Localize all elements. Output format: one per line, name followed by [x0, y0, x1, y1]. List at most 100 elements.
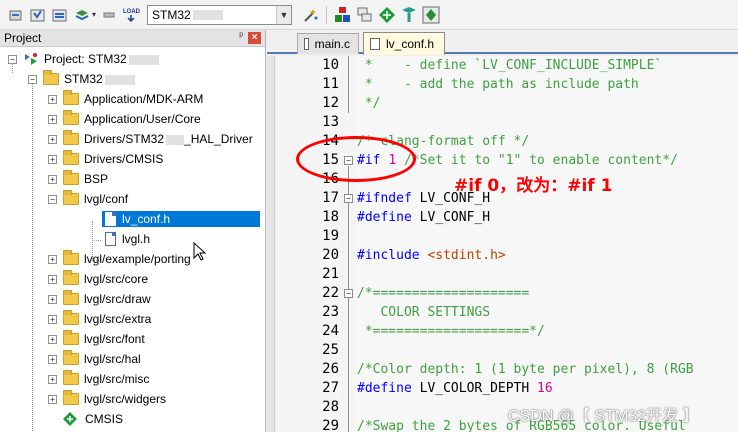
fold-margin: − − − — [343, 56, 355, 432]
tree-item-group[interactable]: − lvgl/conf — [0, 189, 265, 209]
breakpoint-gutter[interactable] — [267, 56, 275, 432]
tree-item-group[interactable]: + Application/User/Core — [0, 109, 265, 129]
highlight-ellipse — [296, 136, 416, 182]
tree-item-group[interactable]: + BSP — [0, 169, 265, 189]
build-icon[interactable] — [28, 5, 47, 24]
rebuild-icon[interactable] — [50, 5, 69, 24]
mouse-cursor-icon — [193, 242, 207, 261]
tree-item-group[interactable]: + Drivers/STM32 _HAL_Driver — [0, 129, 265, 149]
target-options-icon[interactable] — [301, 5, 320, 24]
group-label: Application/User/Core — [84, 112, 201, 126]
toolbar: ▾ LOAD STM32 ▼ — [0, 0, 738, 30]
expand-icon[interactable]: + — [48, 394, 57, 404]
expand-icon[interactable]: + — [48, 294, 57, 304]
expand-icon[interactable]: + — [48, 374, 57, 384]
group-label: Drivers/STM32 _HAL_Driver — [84, 132, 253, 146]
project-panel-header: Project ᵖ × — [0, 30, 265, 47]
expand-icon[interactable]: + — [48, 174, 57, 184]
line-number: 27 — [322, 380, 339, 396]
line-number: 26 — [322, 361, 339, 377]
group-label: Application/MDK-ARM — [84, 92, 204, 106]
line-number: 25 — [322, 342, 339, 358]
manage-components-icon[interactable] — [333, 5, 352, 24]
uvision-window: ▾ LOAD STM32 ▼ Project ᵖ × − Project: ST… — [0, 0, 738, 432]
collapse-icon[interactable]: − — [8, 54, 17, 64]
open-folder-icon — [63, 190, 79, 205]
tree-item-group[interactable]: + lvgl/src/font — [0, 329, 265, 349]
group-label: CMSIS — [85, 412, 124, 426]
code-line-include: #include <stdint.h> — [357, 248, 506, 263]
close-icon[interactable]: × — [248, 32, 261, 44]
group-label: lvgl/src/font — [84, 332, 145, 346]
expand-icon[interactable]: + — [48, 114, 57, 124]
tree-item-target[interactable]: − STM32 — [0, 69, 265, 89]
header-file-icon — [370, 38, 380, 50]
line-number: 17 — [322, 190, 339, 206]
code-line: */ — [357, 96, 381, 111]
tree-item-file[interactable]: lvgl.h — [0, 229, 265, 249]
tree-item-group[interactable]: + lvgl/src/widgers — [0, 389, 265, 409]
group-label: lvgl/src/draw — [84, 292, 151, 306]
chevron-down-icon[interactable]: ▾ — [92, 10, 96, 19]
expand-icon[interactable]: + — [48, 314, 57, 324]
group-label: lvgl/src/extra — [84, 312, 152, 326]
tree-item-group[interactable]: + lvgl/src/draw — [0, 289, 265, 309]
tree-item-group[interactable]: + Drivers/CMSIS — [0, 149, 265, 169]
collapse-icon[interactable]: − — [48, 194, 57, 204]
tree-item-group[interactable]: + lvgl/example/porting — [0, 249, 265, 269]
tree-item-group[interactable]: + Application/MDK-ARM — [0, 89, 265, 109]
expand-icon[interactable]: + — [48, 254, 57, 264]
tree-item-group[interactable]: + lvgl/src/hal — [0, 349, 265, 369]
tree-item-file[interactable]: lv_conf.h — [0, 209, 265, 229]
fold-line — [348, 56, 349, 113]
group-label: Drivers/CMSIS — [84, 152, 164, 166]
load-icon[interactable]: LOAD — [121, 5, 140, 24]
stop-build-icon[interactable] — [99, 5, 118, 24]
expand-icon[interactable]: + — [48, 94, 57, 104]
batch-build-icon[interactable] — [72, 5, 91, 24]
code-line: /*Color depth: 1 (1 byte per pixel), 8 (… — [357, 362, 694, 377]
pin-icon[interactable]: ᵖ — [239, 31, 243, 42]
tab-main-c[interactable]: main.c — [297, 33, 359, 54]
file-label: lvgl.h — [122, 232, 151, 246]
chevron-down-icon[interactable]: ▼ — [276, 5, 292, 24]
file-extensions-icon[interactable] — [355, 5, 374, 24]
file-label-selected[interactable]: lv_conf.h — [102, 211, 260, 227]
folder-icon — [63, 250, 79, 265]
line-number: 11 — [322, 76, 339, 92]
target-select[interactable]: STM32 ▼ — [147, 4, 293, 25]
fold-toggle-icon[interactable]: − — [344, 194, 353, 203]
code-line: *====================*/ — [357, 324, 545, 339]
folder-icon — [63, 330, 79, 345]
folder-icon — [63, 90, 79, 105]
pack-installer-icon[interactable] — [399, 5, 418, 24]
line-number: 12 — [322, 95, 339, 111]
expand-icon[interactable]: + — [48, 354, 57, 364]
expand-icon[interactable]: + — [48, 274, 57, 284]
expand-icon[interactable]: + — [48, 134, 57, 144]
expand-icon[interactable]: + — [48, 154, 57, 164]
translate-icon[interactable] — [6, 5, 25, 24]
tree-item-cmsis[interactable]: CMSIS — [0, 409, 265, 429]
event-recorder-icon[interactable] — [377, 5, 396, 24]
tree-item-project-root[interactable]: − Project: STM32 — [0, 49, 265, 69]
folder-icon — [63, 170, 79, 185]
line-number: 23 — [322, 304, 339, 320]
code-area[interactable]: * - define `LV_CONF_INCLUDE_SIMPLE` * - … — [355, 56, 738, 432]
expand-icon[interactable]: + — [48, 334, 57, 344]
multi-project-icon[interactable] — [421, 5, 440, 24]
tab-label: main.c — [314, 37, 350, 51]
code-line: * - define `LV_CONF_INCLUDE_SIMPLE` — [357, 58, 663, 73]
collapse-icon[interactable]: − — [28, 74, 37, 84]
tab-label: lv_conf.h — [386, 37, 435, 51]
tab-lv-conf-h[interactable]: lv_conf.h — [363, 32, 445, 55]
line-number: 20 — [322, 247, 339, 263]
svg-text:LOAD: LOAD — [123, 9, 140, 15]
tree-item-group[interactable]: + lvgl/src/misc — [0, 369, 265, 389]
fold-toggle-icon[interactable]: − — [344, 289, 353, 298]
project-panel-title: Project — [4, 31, 42, 45]
code-editor[interactable]: 10 11 12 13 14 15 16 17 18 19 20 21 22 2… — [267, 56, 738, 432]
toolbar-separator — [326, 5, 328, 24]
tree-item-group[interactable]: + lvgl/src/core — [0, 269, 265, 289]
tree-item-group[interactable]: + lvgl/src/extra — [0, 309, 265, 329]
